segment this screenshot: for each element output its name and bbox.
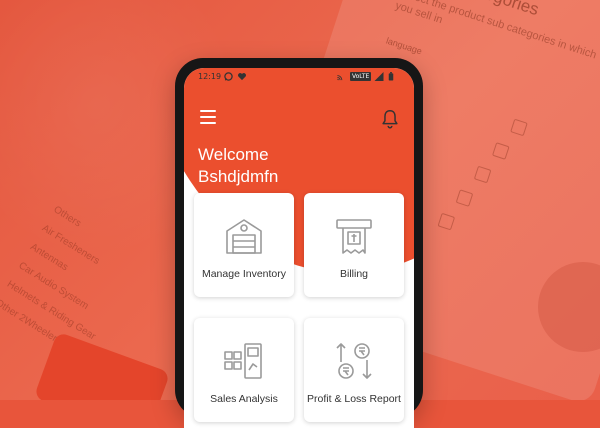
status-bar: 12:19 VoLTE <box>184 68 414 86</box>
welcome-greeting: Welcome Bshdjdmfn <box>198 144 278 188</box>
sales-analysis-label: Sales Analysis <box>210 393 278 405</box>
heart-icon <box>238 73 246 81</box>
rupee-exchange-icon <box>336 343 372 379</box>
cast-icon <box>337 75 343 81</box>
profit-loss-report-card[interactable]: Profit & Loss Report <box>304 318 404 422</box>
hamburger-menu-icon[interactable] <box>200 110 216 124</box>
background-checkbox <box>455 189 474 207</box>
billing-card[interactable]: Billing <box>304 193 404 297</box>
battery-icon <box>388 72 394 81</box>
profit-loss-report-label: Profit & Loss Report <box>307 393 401 405</box>
whatsapp-icon <box>224 72 233 81</box>
phone-screen: 12:19 VoLTE Welcome Bshdjdmfn Manage Inv… <box>184 68 414 428</box>
warehouse-icon <box>226 219 262 254</box>
phone-frame: 12:19 VoLTE Welcome Bshdjdmfn Manage Inv… <box>175 58 423 428</box>
billing-label: Billing <box>339 268 368 280</box>
background-tablet-subtitle: Select the product sub categories in whi… <box>393 0 598 62</box>
manage-inventory-label: Manage Inventory <box>201 268 287 280</box>
background-tablet-language: language <box>384 35 424 57</box>
status-time: 12:19 <box>198 72 222 81</box>
sales-analysis-card[interactable]: Sales Analysis <box>194 318 294 422</box>
background-checkbox <box>473 165 492 184</box>
welcome-title: Welcome <box>198 145 269 164</box>
receipt-icon <box>336 219 372 254</box>
background-checkbox <box>510 118 528 137</box>
bell-icon[interactable] <box>379 108 401 130</box>
background-checkbox <box>437 212 456 231</box>
signal-icon <box>374 72 384 81</box>
calculator-chart-icon <box>224 343 262 379</box>
background-checkbox <box>491 142 510 160</box>
manage-inventory-card[interactable]: Manage Inventory <box>194 193 294 297</box>
welcome-username: Bshdjdmfn <box>198 167 279 186</box>
volte-badge: VoLTE <box>350 72 372 81</box>
